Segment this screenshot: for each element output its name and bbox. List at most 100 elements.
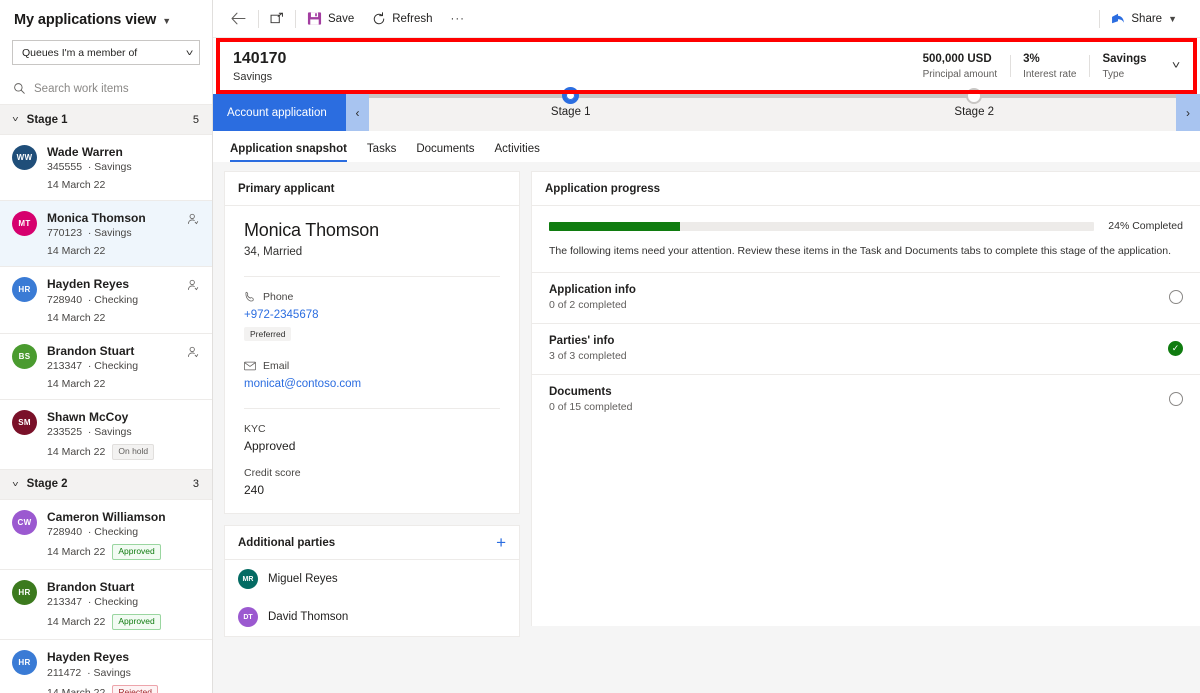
- primary-applicant-card-header: Primary applicant: [225, 172, 519, 206]
- progress-item-title: Application info: [549, 283, 636, 296]
- search-icon: [13, 82, 26, 95]
- list-item-product: Checking: [94, 526, 139, 539]
- stage-group-header[interactable]: ˅ Stage 1 5: [0, 105, 212, 135]
- list-item[interactable]: BS Brandon Stuart 213347 · Checking 14 Marc…: [0, 334, 212, 400]
- list-item-id: 728940: [47, 293, 83, 306]
- overflow-menu-button[interactable]: ···: [442, 0, 475, 38]
- stage-group-count: 3: [192, 478, 199, 491]
- list-item-meta: 213347 · Checking: [47, 596, 139, 609]
- phone-value[interactable]: +972-2345678: [244, 309, 500, 321]
- fact-label: Principal amount: [922, 68, 998, 80]
- party-list-item[interactable]: DT David Thomson: [225, 598, 519, 636]
- progress-item-text: Application info 0 of 2 completed: [549, 284, 1169, 311]
- process-name[interactable]: Account application: [213, 94, 346, 131]
- search-work-items[interactable]: Search work items: [0, 73, 212, 105]
- list-item-product: Savings: [94, 227, 132, 240]
- applicant-name: Monica Thomson: [244, 220, 379, 240]
- record-subtitle: Savings: [233, 71, 273, 83]
- applicant-meta: 34, Married: [244, 246, 303, 258]
- stage-group-header[interactable]: ˅ Stage 2 3: [0, 469, 212, 500]
- list-item-id: 770123: [47, 227, 83, 240]
- command-bar: Save Refresh ··· Share ▼: [213, 0, 1200, 38]
- list-item-id: 211472: [47, 666, 82, 679]
- list-item-id: 233525: [47, 425, 83, 438]
- process-stage-2[interactable]: Stage 2: [773, 88, 1177, 118]
- avatar: DT: [238, 607, 258, 627]
- list-item[interactable]: HR Hayden Reyes 728940 · Checking 14 March …: [0, 267, 212, 334]
- add-party-button[interactable]: +: [496, 534, 506, 551]
- party-list-item[interactable]: MR Miguel Reyes: [225, 560, 519, 598]
- tab-tasks[interactable]: Tasks: [357, 143, 406, 163]
- list-item[interactable]: WW Wade Warren 345555 · Savings 14 March 22: [0, 135, 212, 202]
- list-item-product: Savings: [94, 161, 132, 174]
- header-expand-chevron-icon[interactable]: ˅: [1156, 60, 1188, 72]
- work-item-list[interactable]: ˅ Stage 1 5 WW Wade Warren 345555 · Savings 14…: [0, 105, 212, 693]
- progress-bar-fill: [549, 221, 680, 231]
- list-item-date: 14 March 22: [47, 445, 106, 458]
- list-item-footer: 14 March 22: [47, 312, 200, 324]
- list-item-meta: 211472 · Savings: [47, 666, 131, 679]
- progress-list-item[interactable]: Application info 0 of 2 completed: [532, 271, 1200, 323]
- application-progress-card-header: Application progress: [532, 172, 1200, 206]
- process-stage-1[interactable]: Stage 1: [369, 87, 773, 118]
- list-item[interactable]: MT Monica Thomson 770123 · Savings 14 March…: [0, 201, 212, 268]
- business-process-flow: Account application ‹ Stage 1 Stage 2 ›: [213, 87, 1200, 131]
- refresh-icon: [372, 11, 386, 26]
- stage-group-name: Stage 1: [26, 113, 68, 126]
- record-title-block: 140170 Savings: [233, 49, 286, 83]
- person-add-icon[interactable]: [187, 213, 200, 226]
- list-item[interactable]: SM Shawn McCoy 233525 · Savings 14 March 22…: [0, 400, 212, 470]
- app-root: My applications view ▼ Queues I'm a memb…: [0, 0, 1200, 693]
- incomplete-circle-icon: [1169, 392, 1183, 407]
- progress-bar-row: 24% Completed: [549, 220, 1183, 232]
- chevron-down-icon: ▼: [1168, 14, 1177, 24]
- share-button[interactable]: Share ▼: [1102, 0, 1186, 38]
- avatar: HR: [12, 277, 37, 303]
- list-item[interactable]: HR Brandon Stuart 213347 · Checking 14 Marc…: [0, 570, 212, 641]
- avatar: SM: [12, 409, 37, 435]
- refresh-button-label: Refresh: [392, 12, 433, 25]
- list-item-body: Brandon Stuart 213347 · Checking 14 March …: [47, 579, 200, 631]
- list-item-product: Savings: [93, 666, 131, 679]
- tab-activities[interactable]: Activities: [485, 143, 550, 163]
- email-icon: [244, 361, 256, 371]
- refresh-button[interactable]: Refresh: [363, 0, 441, 38]
- progress-item-text: Documents 0 of 15 completed: [549, 386, 1169, 413]
- status-badge: On hold: [112, 443, 155, 460]
- back-button[interactable]: [221, 0, 256, 38]
- save-button[interactable]: Save: [298, 0, 363, 38]
- additional-parties-list: MR Miguel Reyes DT David Thomson: [225, 560, 519, 636]
- stage-group-name: Stage 2: [26, 478, 68, 491]
- list-item-body: Monica Thomson 770123 · Savings 14 March 2…: [47, 210, 200, 257]
- view-selector[interactable]: My applications view ▼: [0, 0, 212, 40]
- popout-button[interactable]: [261, 0, 293, 38]
- credit-score-label: Credit score: [244, 467, 301, 479]
- email-label-text: Email: [263, 360, 290, 372]
- person-add-icon[interactable]: [187, 346, 200, 359]
- person-add-icon[interactable]: [187, 279, 200, 292]
- list-item[interactable]: HR Hayden Reyes 211472 · Savings 14 March 2…: [0, 640, 212, 693]
- list-item-meta: 213347 · Checking: [47, 359, 139, 372]
- progress-list-item[interactable]: Documents 0 of 15 completed: [532, 373, 1200, 425]
- list-item-date: 14 March 22: [47, 179, 106, 192]
- header-fact-interest: 3% Interest rate: [1010, 52, 1089, 80]
- queue-select[interactable]: Queues I'm a member of ˅: [12, 40, 200, 65]
- list-item-id: 728940: [47, 526, 83, 539]
- email-value[interactable]: monicat@contoso.com: [244, 378, 500, 390]
- process-next-button[interactable]: ›: [1176, 94, 1200, 131]
- status-badge: Approved: [112, 614, 161, 631]
- progress-item-title: Parties' info: [549, 334, 615, 347]
- list-item-name: Monica Thomson: [47, 211, 146, 226]
- application-progress-card: Application progress 24% Completed The f…: [531, 171, 1200, 626]
- tab-application-snapshot[interactable]: Application snapshot: [230, 143, 357, 163]
- avatar: WW: [12, 145, 37, 170]
- list-item-body: Cameron Williamson 728940 · Checking 14 Ma…: [47, 509, 200, 561]
- tab-documents[interactable]: Documents: [406, 143, 484, 163]
- list-item[interactable]: CW Cameron Williamson 728940 · Checking 14 …: [0, 500, 212, 571]
- email-field-label: Email: [244, 360, 500, 372]
- credit-score-value: 240: [244, 483, 265, 497]
- progress-percent-label: 24% Completed: [1108, 220, 1183, 232]
- process-prev-button[interactable]: ‹: [346, 94, 369, 131]
- progress-list-item[interactable]: Parties' info 3 of 3 completed ✓: [532, 322, 1200, 374]
- chevron-down-icon: ˅: [12, 115, 19, 124]
